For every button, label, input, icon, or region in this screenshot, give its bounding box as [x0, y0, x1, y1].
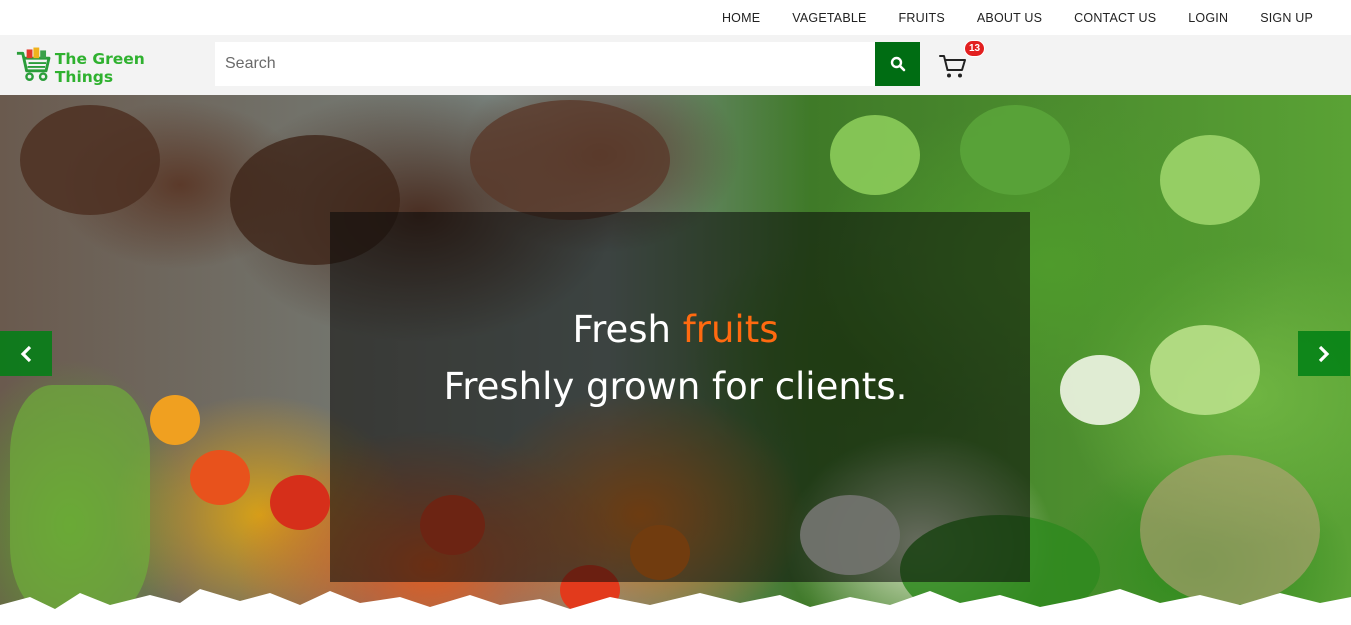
carousel-prev-button[interactable]: [0, 331, 52, 376]
produce-tomato: [190, 450, 250, 505]
hero-carousel: Fresh fruits Freshly grown for clients.: [0, 95, 1351, 625]
torn-paper-edge: [0, 589, 1351, 625]
produce-eggplant-2: [960, 105, 1070, 195]
cart-logo-icon: [16, 47, 51, 81]
produce-mushrooms: [20, 105, 160, 215]
cart-icon: [939, 55, 966, 78]
top-nav-list: HOME VAGETABLE FRUITS ABOUT US CONTACT U…: [0, 0, 1351, 35]
search-icon: [890, 56, 905, 72]
logo-text: The Green Things: [54, 50, 145, 86]
nav-sign-up[interactable]: SIGN UP: [1244, 11, 1329, 25]
hero-headline: Fresh fruits: [0, 308, 1351, 351]
produce-mushrooms-3: [470, 100, 670, 220]
hero-subheadline: Freshly grown for clients.: [443, 365, 908, 408]
nav-home[interactable]: HOME: [706, 11, 776, 25]
top-nav: HOME VAGETABLE FRUITS ABOUT US CONTACT U…: [0, 0, 1351, 35]
produce-eggplant-3: [1160, 135, 1260, 225]
carousel-next-button[interactable]: [1298, 331, 1350, 376]
nav-contact-us[interactable]: CONTACT US: [1058, 11, 1172, 25]
search-button[interactable]: [875, 42, 920, 86]
nav-about-us[interactable]: ABOUT US: [961, 11, 1058, 25]
nav-login[interactable]: LOGIN: [1172, 11, 1244, 25]
logo[interactable]: The Green Things: [14, 44, 204, 86]
produce-tomato-2: [270, 475, 330, 530]
produce-eggplant: [830, 115, 920, 195]
cart-button[interactable]: [938, 51, 968, 81]
hero-headline-accent: fruits: [682, 308, 779, 351]
chevron-right-icon: [1318, 345, 1330, 362]
search-input[interactable]: [215, 42, 875, 86]
cart-count-badge: 13: [964, 40, 985, 57]
header-bar: The Green Things 13: [0, 35, 1351, 95]
hero-headline-prefix: Fresh: [572, 308, 671, 351]
nav-vegetable[interactable]: VAGETABLE: [776, 11, 882, 25]
chevron-left-icon: [20, 345, 32, 362]
nav-fruits[interactable]: FRUITS: [883, 11, 961, 25]
